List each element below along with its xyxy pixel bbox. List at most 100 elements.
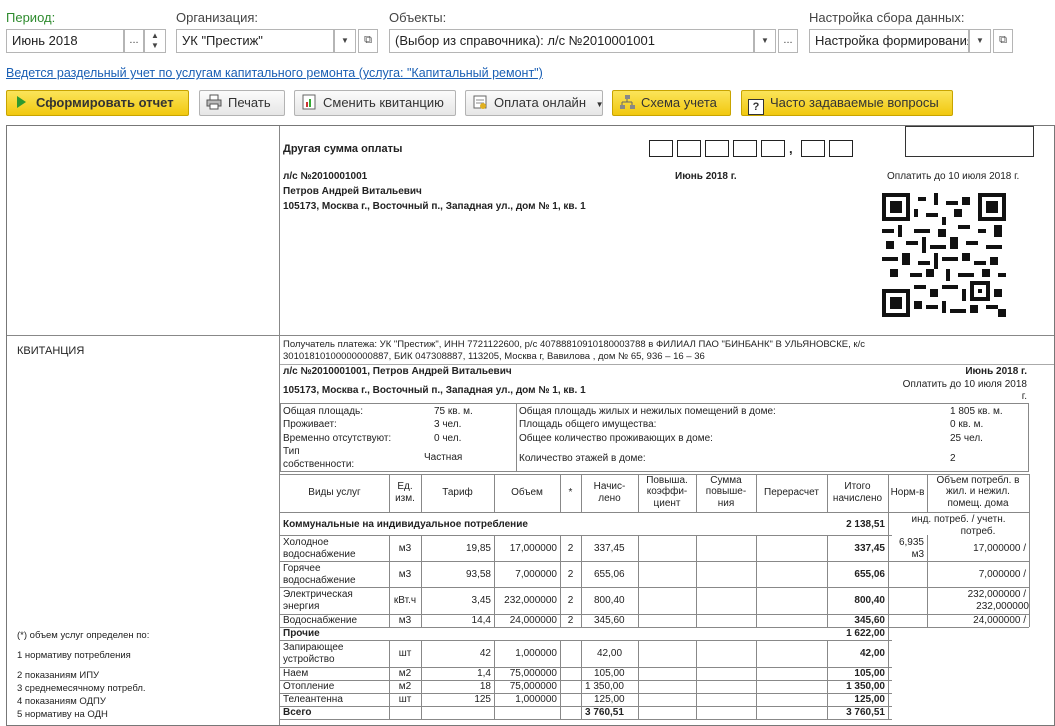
period-select-button[interactable]: ... [124,29,144,53]
receipt-pay-until-suffix: г. [1021,391,1027,402]
objects-dropdown-button[interactable]: ▼ [754,29,776,53]
scheme-button[interactable]: Схема учета [612,90,731,116]
footnote-item: 3 среднемесячному потребл. [17,683,146,694]
notice-name: Петров Андрей Витальевич [283,186,422,197]
receipt-title: КВИТАНЦИЯ [17,345,85,357]
faq-button[interactable]: ? Часто задаваемые вопросы [741,90,953,116]
org-open-button[interactable]: ⧉ [358,29,378,53]
group-label: Коммунальные на индивидуальное потреблен… [283,519,528,530]
col-header-volume: Объем [511,487,543,498]
chevron-down-icon: ▼ [761,36,769,45]
period-stepper[interactable]: ▲ ▼ [144,29,166,53]
col-header-total: Итого [844,481,871,492]
area-value: 75 кв. м. [434,406,473,417]
group-label: Прочие [283,628,320,639]
notice-account: л/с №2010001001 [283,171,368,182]
residents-value: 3 чел. [434,419,462,430]
stamp-box [905,126,1034,157]
chevron-down-icon: ▼ [595,100,604,109]
settings-input[interactable]: Настройка формирования [809,29,969,53]
ownership-label: Тип [283,446,300,457]
objects-select-button[interactable]: ... [778,29,798,53]
chevron-down-icon: ▼ [976,36,984,45]
report-icon [301,94,317,110]
org-dropdown-button[interactable]: ▼ [334,29,356,53]
col-header-house-volume: помещ. дома [947,498,1009,509]
org-label: Организация: [176,10,259,25]
col-header-accrued: Начис- [593,481,626,492]
period-input[interactable]: Июнь 2018 [6,29,124,53]
house-area-value: 1 805 кв. м. [950,406,1003,417]
receipt-period: Июнь 2018 г. [965,366,1027,377]
col-header-total: начислено [832,493,883,504]
change-receipt-button[interactable]: Сменить квитанцию [294,90,456,116]
ownership-value: Частная [424,452,463,463]
common-area-label: Площадь общего имущества: [519,419,657,430]
house-area-label: Общая площадь жилых и нежилых помещений … [519,406,776,417]
open-icon: ⧉ [364,34,372,46]
generate-report-button[interactable]: Сформировать отчет [6,90,189,116]
objects-label: Объекты: [389,10,447,25]
col-header-norm: Норм-в [890,487,925,498]
settings-dropdown-button[interactable]: ▼ [969,29,991,53]
receipt-address: 105173, Москва г., Восточный п., Западна… [283,385,586,396]
ownership-label: собственности: [283,459,355,470]
floors-label: Количество этажей в доме: [519,453,646,464]
house-residents-value: 25 чел. [950,433,983,444]
group-total: 2 138,51 [846,519,885,530]
print-button[interactable]: Печать [199,90,285,116]
recipient-line: Получатель платежа: УК "Престиж", ИНН 77… [283,339,865,350]
objects-input[interactable]: (Выбор из справочника): л/с №2010001001 [389,29,754,53]
help-icon: ? [748,99,764,115]
notice-period: Июнь 2018 г. [675,171,737,182]
footnote-item: 1 нормативу потребления [17,650,131,661]
capital-repair-link[interactable]: Ведется раздельный учет по услугам капит… [6,66,543,80]
col-header-house-volume: жил. и нежил. [946,486,1010,497]
settings-label: Настройка сбора данных: [809,10,965,25]
col-header-unit: Ед. [397,481,413,492]
period-label: Период: [6,10,56,25]
common-area-value: 0 кв. м. [950,419,984,430]
hierarchy-icon [619,94,635,110]
floors-value: 2 [950,453,956,464]
pay-online-button[interactable]: Оплата онлайн ▼ [465,90,604,116]
receipt-pay-until: Оплатить до 10 июля 2018 [902,379,1027,390]
group-total: 1 622,00 [846,628,885,639]
open-icon: ⧉ [999,34,1007,46]
col-header-recalc: Перерасчет [764,487,819,498]
col-header-service: Виды услуг [308,487,361,498]
col-header-accrued: лено [598,493,621,504]
payment-icon [472,94,488,110]
notice-address: 105173, Москва г., Восточный п., Западна… [283,201,586,212]
notice-pay-until: Оплатить до 10 июля 2018 г. [887,171,1020,182]
chevron-down-icon: ▼ [341,36,349,45]
group-note: инд. потреб. / учетн. [911,514,1006,525]
absent-label: Временно отсутствуют: [283,433,392,444]
area-label: Общая площадь: [283,406,364,417]
other-sum-title: Другая сумма оплаты [283,143,403,155]
col-header-unit: изм. [395,493,415,504]
receipt-document: Другая сумма оплаты , л/с №2010001001 Пе… [6,125,1055,726]
col-header-increase: повыше- [705,486,747,497]
absent-value: 0 чел. [434,433,462,444]
printer-icon [206,94,222,110]
footnote-title: (*) объем услуг определен по: [17,630,150,641]
section-divider [7,335,1054,336]
group-note: потреб. [960,526,996,537]
footnote-item: 2 показаниям ИПУ [17,670,100,681]
recipient-line: 30101810100000000887, БИК 047308887, 113… [283,351,705,362]
footnote-item: 4 показаниям ОДПУ [17,696,106,707]
col-header-coef: циент [653,498,681,509]
qr-code [882,193,1006,317]
col-header-star: * [568,487,573,498]
play-icon [17,96,26,108]
col-header-increase: ния [717,498,735,509]
col-header-tariff: Тариф [442,487,473,498]
house-residents-label: Общее количество проживающих в доме: [519,433,713,444]
col-header-coef: коэффи- [646,486,688,497]
residents-label: Проживает: [283,419,337,430]
receipt-account-name: л/с №2010001001, Петров Андрей Витальеви… [283,366,512,377]
settings-open-button[interactable]: ⧉ [993,29,1013,53]
footnote-item: 5 нормативу на ОДН [17,709,108,720]
org-input[interactable]: УК "Престиж" [176,29,334,53]
